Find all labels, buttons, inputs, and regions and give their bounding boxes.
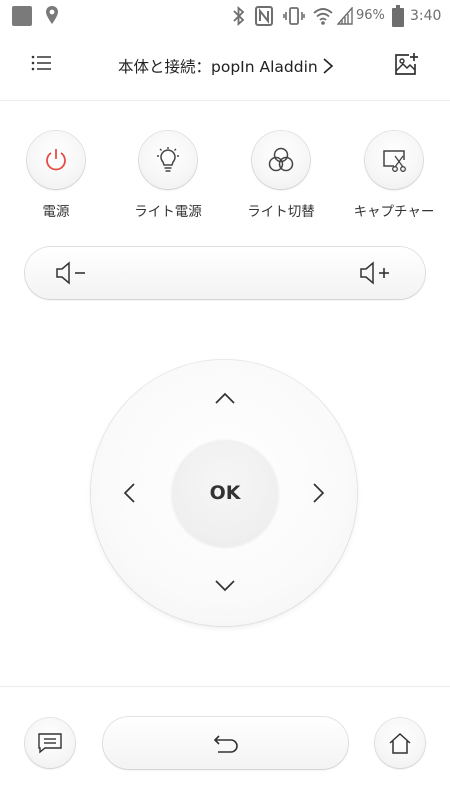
wifi-icon	[313, 8, 333, 25]
power-button[interactable]	[27, 131, 85, 189]
bluetooth-icon	[233, 6, 245, 26]
light-switch-button[interactable]	[252, 131, 310, 189]
add-image-icon[interactable]	[393, 52, 419, 78]
header-bar: 本体と接続：popIn Aladdin	[0, 32, 450, 101]
home-icon	[389, 732, 411, 754]
nfc-icon	[255, 6, 273, 26]
signal-icon	[337, 7, 353, 25]
down-arrow-icon[interactable]	[210, 574, 240, 596]
light-switch-label: ライト切替	[247, 204, 315, 220]
vibrate-icon	[283, 7, 305, 25]
capture-label: キャプチャー	[353, 204, 435, 220]
ok-button[interactable]: OK	[172, 440, 278, 546]
connection-title-button[interactable]: 本体と接続：popIn Aladdin	[118, 54, 334, 78]
volume-down-button[interactable]	[45, 247, 125, 299]
status-bar: 96% 3:40	[0, 0, 450, 32]
up-arrow-icon[interactable]	[210, 388, 240, 410]
volume-bar	[25, 247, 425, 299]
battery-percent: 96%	[356, 8, 385, 23]
power-icon	[46, 149, 66, 171]
right-arrow-icon[interactable]	[307, 478, 329, 508]
light-power-label: ライト電源	[134, 204, 202, 220]
light-power-button[interactable]	[139, 131, 197, 189]
light-switch-icon	[268, 147, 294, 172]
volume-up-button[interactable]	[345, 247, 425, 299]
bulb-icon	[157, 147, 179, 172]
volume-up-icon	[360, 261, 389, 285]
back-button[interactable]	[103, 717, 348, 769]
chevron-right-icon	[323, 58, 333, 74]
capture-button[interactable]	[365, 131, 423, 189]
left-arrow-icon[interactable]	[119, 478, 141, 508]
home-button[interactable]	[375, 718, 425, 768]
connection-title: 本体と接続：popIn Aladdin	[118, 58, 318, 76]
volume-down-icon	[56, 261, 85, 285]
location-icon	[46, 6, 58, 24]
battery-icon	[392, 5, 404, 27]
list-icon	[38, 733, 62, 754]
capture-icon	[383, 150, 406, 172]
back-icon	[213, 735, 238, 753]
menu-icon[interactable]	[31, 54, 53, 72]
power-label: 電源	[42, 204, 70, 220]
status-time: 3:40	[410, 8, 442, 24]
app-square-icon	[12, 6, 32, 26]
menu-list-button[interactable]	[25, 718, 75, 768]
